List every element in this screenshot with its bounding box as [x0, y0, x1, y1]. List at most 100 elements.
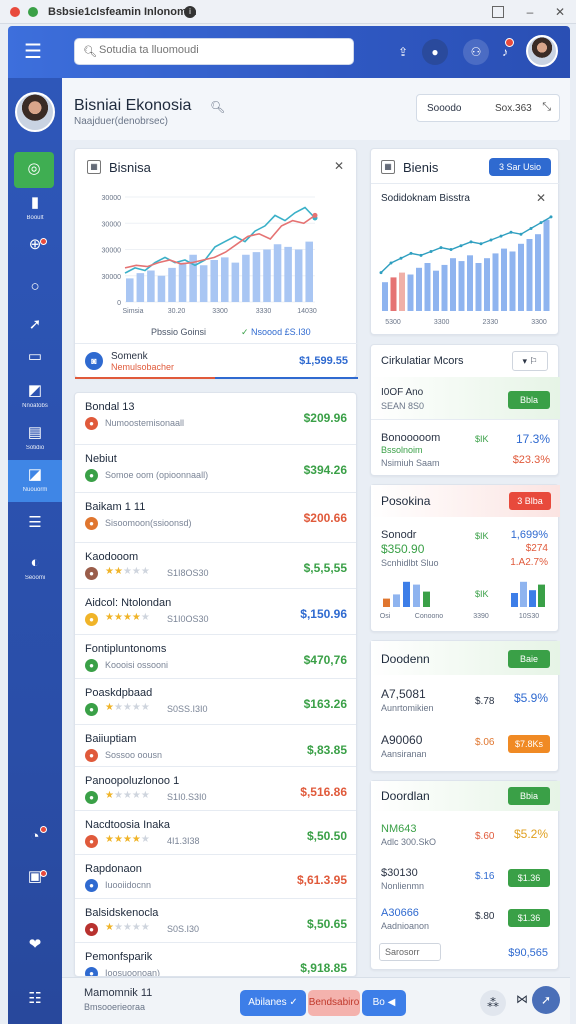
more-icon[interactable]: ⋈ — [516, 992, 528, 1006]
list-item-sub: Iuooiidocnn — [105, 880, 152, 890]
panel-a-label: Sonodr — [381, 529, 417, 541]
list-item-sub: Sossoo oousn — [105, 750, 163, 760]
restore-icon[interactable] — [492, 6, 504, 18]
y-tick-label: 30000 — [102, 195, 122, 202]
info-icon[interactable]: i — [184, 6, 196, 18]
sidebar-avatar[interactable] — [15, 92, 55, 132]
panel-c-input[interactable]: Sarosorr — [379, 943, 441, 961]
bottom-button-1[interactable]: Abilanes ✓ — [240, 990, 306, 1016]
sidebar-item-book[interactable]: ▮ Booult — [8, 192, 62, 228]
maximize-window-dot[interactable] — [28, 7, 38, 17]
list-item[interactable]: Rapdonaon ● Iuooiidocnn $,61.3.95 — [75, 855, 356, 899]
sidebar-item-menu[interactable]: ☷ — [8, 988, 62, 1024]
sidebar-item-chat[interactable]: ◪ Nuouorm — [8, 460, 62, 502]
panel-b-r1-mid: $.78 — [475, 696, 495, 707]
x-tick-label: 10S30 — [519, 613, 539, 620]
close-icon[interactable]: ✕ — [552, 4, 568, 20]
panel-a-badge[interactable]: 3 Blba — [509, 492, 551, 510]
message-icon: ▭ — [27, 348, 43, 365]
hamburger-menu-icon[interactable]: ☰ — [16, 36, 50, 68]
panel-c-r2-button[interactable]: $1.36 — [508, 869, 550, 887]
chart-bar — [535, 234, 541, 311]
market-row2-val2: $23.3% — [512, 454, 550, 466]
category-icon: ● — [85, 791, 98, 804]
expand-icon[interactable]: ⤡ — [542, 101, 551, 114]
market-filter[interactable]: ▾ ⚐ — [512, 351, 548, 371]
sidebar-item-list[interactable]: ☰ — [8, 512, 62, 548]
list-item[interactable]: Poaskdpbaad ● ★★★★★ S0SS.I3I0 $163.26 — [75, 679, 356, 725]
chart-card-footer: ◙ Somenk Nemulsobacher $1,599.55 — [75, 343, 358, 379]
footer-progress-blue — [215, 377, 358, 379]
main-chart: 0 30000 30000 30000 30000 Simsia 30.20 3300 3330… — [102, 195, 318, 315]
mini-bar — [413, 584, 420, 607]
chart-bar — [252, 252, 261, 302]
send-icon[interactable]: ➚ — [532, 986, 560, 1014]
chart-bar — [399, 272, 405, 311]
user-avatar[interactable] — [526, 35, 558, 67]
search-icon: ○ — [30, 278, 40, 295]
share-icon[interactable]: ⇪ — [390, 39, 416, 65]
chart-bar — [518, 243, 524, 311]
list-item-sub: S1I8OS30 — [167, 568, 209, 578]
sidebar-item-docs[interactable]: ▣ — [8, 866, 62, 902]
header-search-box[interactable]: Sooodo Sox.363 ⤡ — [416, 94, 560, 122]
x-tick-label: 3300 — [434, 319, 450, 326]
sidebar-item-shield[interactable]: ◐ Seoomi — [8, 552, 62, 588]
list-item[interactable]: Baiiuptiam ● Sossoo oousn $,83.85 — [75, 725, 356, 767]
sidebar-item-search[interactable]: ○ — [8, 276, 62, 312]
rating-stars: ★★★★★ — [105, 834, 150, 845]
global-search-input[interactable] — [99, 44, 339, 56]
sidebar-item-cards[interactable]: ▤ Sotidio — [8, 422, 62, 458]
global-search[interactable]: 🔍︎ — [74, 38, 354, 65]
list-item[interactable]: Balsidskenocla ● ★★★★★ S0S.I30 $,50.65 — [75, 899, 356, 943]
list-item-name: Aidcol: Ntolondan — [85, 597, 172, 609]
panel-b-badge[interactable]: Baie — [508, 650, 550, 668]
chart-bar — [263, 249, 271, 302]
list-item[interactable]: Aidcol: Ntolondan ● ★★★★★ S1I0OS30 $,150.96 — [75, 589, 356, 635]
chart-bar — [475, 263, 482, 311]
sidebar-item-tools[interactable]: ➚ — [8, 314, 62, 350]
rating-stars: ★★★★★ — [105, 922, 150, 933]
user-icon[interactable]: ● — [422, 39, 448, 65]
mini-bar — [393, 594, 400, 607]
list-item[interactable]: Nacdtoosia Inaka ● ★★★★★ 4I1.3I38 $,50.50 — [75, 811, 356, 855]
list-item[interactable]: Nebiut ● Somoe oom (opioonnaall) $394.26 — [75, 445, 356, 493]
period-button[interactable]: 3 Sar Usio — [489, 158, 551, 176]
x-tick-label: 2330 — [483, 319, 499, 326]
chart-bar — [210, 260, 218, 302]
close-window-dot[interactable] — [10, 7, 20, 17]
sidebar-item-messages[interactable]: ▭ — [8, 346, 62, 382]
bottom-button-3[interactable]: Bo ◀ — [362, 990, 406, 1016]
panel-c-r3-button[interactable]: $1.36 — [508, 909, 550, 927]
market-row2-sub: Bssolnoim — [381, 445, 423, 455]
sidebar-item-images[interactable]: ◩ Nnoatobs — [8, 380, 62, 416]
settings-icon[interactable]: ⁂ — [480, 990, 506, 1016]
sidebar-docs-badge — [40, 870, 47, 877]
chart-bar — [136, 273, 145, 302]
market-first-button[interactable]: Bbla — [508, 391, 550, 409]
sidebar-item-alerts[interactable]: ⊕ — [8, 234, 62, 270]
bottom-button-2[interactable]: Bendsabiro — [308, 990, 360, 1016]
chart-bar — [157, 275, 166, 302]
sidebar-item-heart[interactable]: ❤︎ — [8, 934, 62, 970]
sidebar-item-bell[interactable]: ◔ — [8, 826, 62, 862]
team-icon[interactable]: ⚇ — [463, 39, 489, 65]
list-item[interactable]: Baikam 1 11 ● Sisoomoon(ssioonsd) $200.66 — [75, 493, 356, 543]
sidebar-item-home[interactable]: ◎ — [14, 152, 54, 188]
search-icon[interactable]: 🔍︎ — [210, 100, 225, 114]
minimize-icon[interactable]: – — [522, 4, 538, 20]
x-tick-label: Conoono — [415, 613, 444, 620]
panel-c-badge[interactable]: Bbia — [508, 787, 550, 805]
list-item[interactable]: Kaodooom ● ★★★★★ S1I8OS30 $,5,5,55 — [75, 543, 356, 589]
list-item[interactable]: Fontipluntonoms ● Koooisi ossooni $470,76 — [75, 635, 356, 679]
bottom-sub: Bmsooerieoraa — [84, 1002, 146, 1012]
close-icon[interactable]: ✕ — [334, 159, 344, 173]
list-item[interactable]: Bondal 13 ● Numoostemisonaall $209.96 — [75, 393, 356, 445]
close-icon[interactable]: ✕ — [536, 191, 546, 205]
chat-icon: ◪ — [27, 466, 43, 483]
panel-b-r2-button[interactable]: $7.8Ks — [508, 735, 550, 753]
category-icon: ● — [85, 879, 98, 892]
list-item[interactable]: Pemonfsparik ● Ioosuoonoan) $,918.85 — [75, 943, 356, 976]
list-item[interactable]: Panoopoluzlonoo 1 ● ★★★★★ S1I0.S3I0 $,516.86 — [75, 767, 356, 811]
panel-b-r1-sub: Aunrtomikien — [381, 703, 434, 713]
